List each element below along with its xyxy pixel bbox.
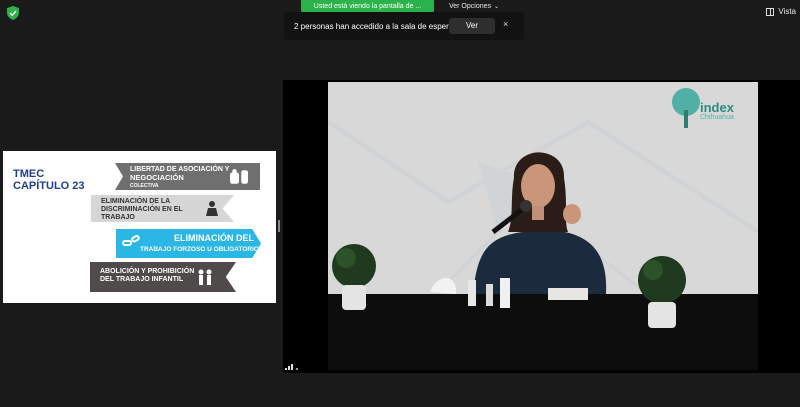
vista-label: Vista — [778, 7, 796, 16]
notification-message: 2 personas han accedido a la sala de esp… — [294, 21, 454, 31]
band3-line1: ELIMINACIÓN DEL — [174, 233, 254, 243]
worker-icon — [206, 201, 218, 216]
band1-line2: NEGOCIACIÓN — [130, 173, 184, 182]
slide-title-line1: TMEC — [13, 168, 45, 180]
slide-band-child-labor: ABOLICIÓN Y PROHIBICIÓN DEL TRABAJO INFA… — [90, 262, 236, 292]
broken-chain-icon — [122, 235, 140, 246]
vista-button[interactable]: Vista — [766, 7, 796, 16]
signal-strength-icon[interactable] — [285, 362, 299, 370]
slide-title-line2: CAPÍTULO 23 — [13, 180, 85, 192]
band1-line3: COLECTIVA — [130, 183, 159, 189]
slide-band-freedom-association: LIBERTAD DE ASOCIACIÓN Y NEGOCIACIÓN COL… — [115, 163, 260, 190]
band2-line2: DISCRIMINACIÓN EN EL — [101, 206, 183, 213]
video-scene: index Chihuahua — [328, 82, 758, 370]
band2-line3: TRABAJO — [101, 214, 135, 221]
children-icon — [198, 269, 212, 285]
band3-line2: TRABAJO FORZOSO U OBLIGATORIO — [140, 246, 259, 253]
index-logo-text: index — [700, 100, 734, 115]
panel-resize-handle[interactable] — [278, 220, 280, 232]
index-logo-sub: Chihuahua — [700, 114, 734, 121]
layout-icon — [766, 7, 775, 16]
slide-band-forced-labor: ELIMINACIÓN DEL TRABAJO FORZOSO U OBLIGA… — [116, 229, 261, 258]
waiting-room-notification: 2 personas han accedido a la sala de esp… — [284, 12, 524, 40]
view-waiting-room-button[interactable]: Ver — [449, 18, 495, 34]
speaker-video[interactable]: index Chihuahua — [283, 80, 800, 373]
security-shield-icon[interactable] — [7, 6, 19, 20]
close-icon[interactable]: × — [503, 19, 508, 29]
video-frame — [328, 82, 758, 370]
view-options-label: Ver Opciones — [448, 3, 491, 10]
index-logo: index Chihuahua — [700, 101, 734, 122]
band4-line2: DEL TRABAJO INFANTIL — [100, 276, 184, 283]
chevron-down-icon: ⌄ — [494, 4, 500, 10]
slide-title: TMEC CAPÍTULO 23 — [13, 168, 85, 192]
shared-slide: TMEC CAPÍTULO 23 LIBERTAD DE ASOCIACIÓN … — [3, 151, 276, 303]
handshake-icon — [230, 169, 248, 184]
slide-band-discrimination: ELIMINACIÓN DE LA DISCRIMINACIÓN EN EL T… — [91, 195, 234, 222]
band4-line1: ABOLICIÓN Y PROHIBICIÓN — [100, 268, 195, 275]
band2-line1: ELIMINACIÓN DE LA — [101, 198, 171, 205]
